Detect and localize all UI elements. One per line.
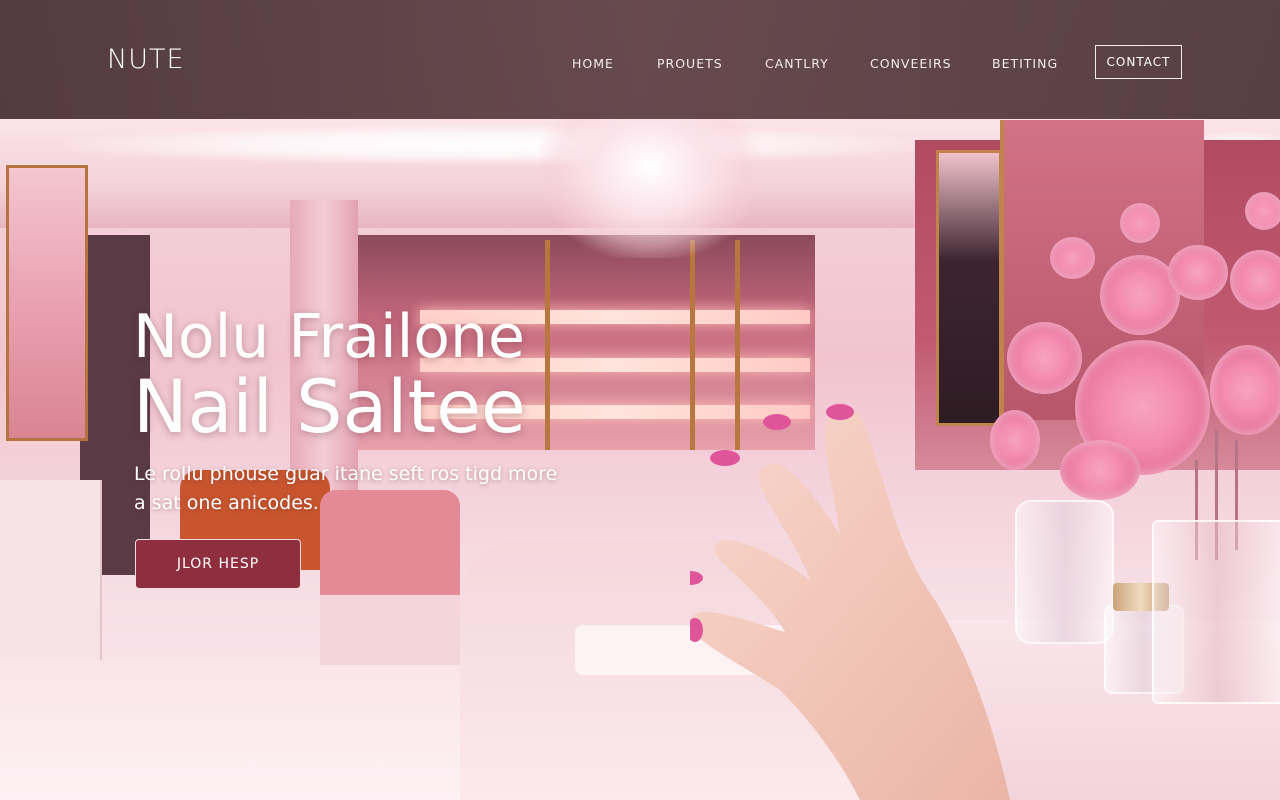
nav-item-services[interactable]: CONVEEIRS — [870, 56, 952, 71]
cta-button[interactable]: JLOR HESP — [135, 539, 301, 589]
ceiling-light — [70, 125, 920, 165]
salon-chair-base — [320, 595, 460, 665]
hand-image — [690, 404, 1010, 800]
hero-title-line-1: Nolu Frailone — [133, 302, 525, 372]
nav-item-gallery[interactable]: CANTLRY — [765, 56, 829, 71]
nail-polish — [826, 404, 854, 420]
glass-vase — [1152, 520, 1280, 704]
contact-button[interactable]: CONTACT — [1095, 45, 1182, 79]
mirror — [6, 165, 88, 441]
chandelier — [540, 118, 760, 258]
perfume-bottle — [1015, 500, 1114, 644]
mirror — [936, 150, 1002, 426]
top-navbar: NUTE HOME PROUETS CANTLRY CONVEEIRS BETI… — [0, 0, 1280, 119]
frame — [545, 240, 550, 450]
nav-item-booking[interactable]: BETITING — [992, 56, 1058, 71]
logo[interactable]: NUTE — [107, 44, 185, 75]
floor — [0, 660, 460, 800]
cabinet — [0, 480, 102, 660]
nav-item-products[interactable]: PROUETS — [657, 56, 723, 71]
hero-description: Le rollu phouse guar itane seft ros tigd… — [134, 463, 558, 514]
nav-item-home[interactable]: HOME — [572, 56, 614, 71]
hero-title-line-2: Nail Saltee — [133, 365, 526, 450]
